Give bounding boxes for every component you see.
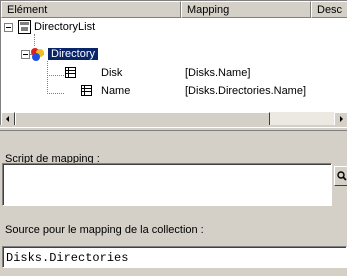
document-icon [18,20,31,34]
scroll-left-button[interactable] [1,112,15,125]
tree-row-name[interactable]: Name [101,83,130,99]
tree-connector [34,34,35,46]
column-header-description[interactable]: Desc [311,1,347,18]
element-tree[interactable]: Elément Mapping Desc DirectoryList Direc… [0,0,347,125]
scroll-right-button[interactable] [334,112,347,125]
column-header-description-label: Desc [317,4,343,16]
collapse-toggle[interactable] [21,50,30,59]
tree-row-label: Directory [48,48,99,60]
source-label: Source pour le mapping de la collection … [5,224,204,236]
tree-connector [47,93,64,94]
column-header-mapping[interactable]: Mapping [181,1,311,18]
collection-icon [31,48,44,61]
source-field[interactable]: Disks.Directories [2,246,347,268]
tree-connector [47,75,64,76]
arrow-right-icon [340,116,343,122]
arrow-left-icon [6,116,9,122]
tree-row-mapping: [Disks.Directories.Name] [185,83,306,99]
column-header-mapping-label: Mapping [187,4,230,16]
script-search-button[interactable] [334,166,347,186]
field-icon [81,85,92,96]
tree-row-directory[interactable]: Directory [48,46,99,62]
column-header-element-label: Elément [7,4,48,16]
tree-row-directorylist[interactable]: DirectoryList [34,19,95,35]
tree-connector [47,61,48,94]
tree-row-mapping-value: [Disks.Name] [185,67,251,79]
script-textarea[interactable] [2,163,332,206]
tree-row-label: Disk [101,67,123,79]
tree-row-mapping-value: [Disks.Directories.Name] [185,85,307,97]
column-header-element[interactable]: Elément [1,1,181,18]
search-icon [337,171,347,181]
tree-row-label: Name [101,85,131,97]
scroll-thumb[interactable] [15,112,270,125]
tree-row-label: DirectoryList [34,21,96,33]
tree-row-disk[interactable]: Disk [101,65,122,81]
tree-row-mapping: [Disks.Name] [185,65,250,81]
collapse-toggle[interactable] [4,23,13,32]
panel-splitter[interactable] [0,127,347,131]
field-icon [65,67,76,78]
horizontal-scrollbar[interactable] [1,112,347,125]
